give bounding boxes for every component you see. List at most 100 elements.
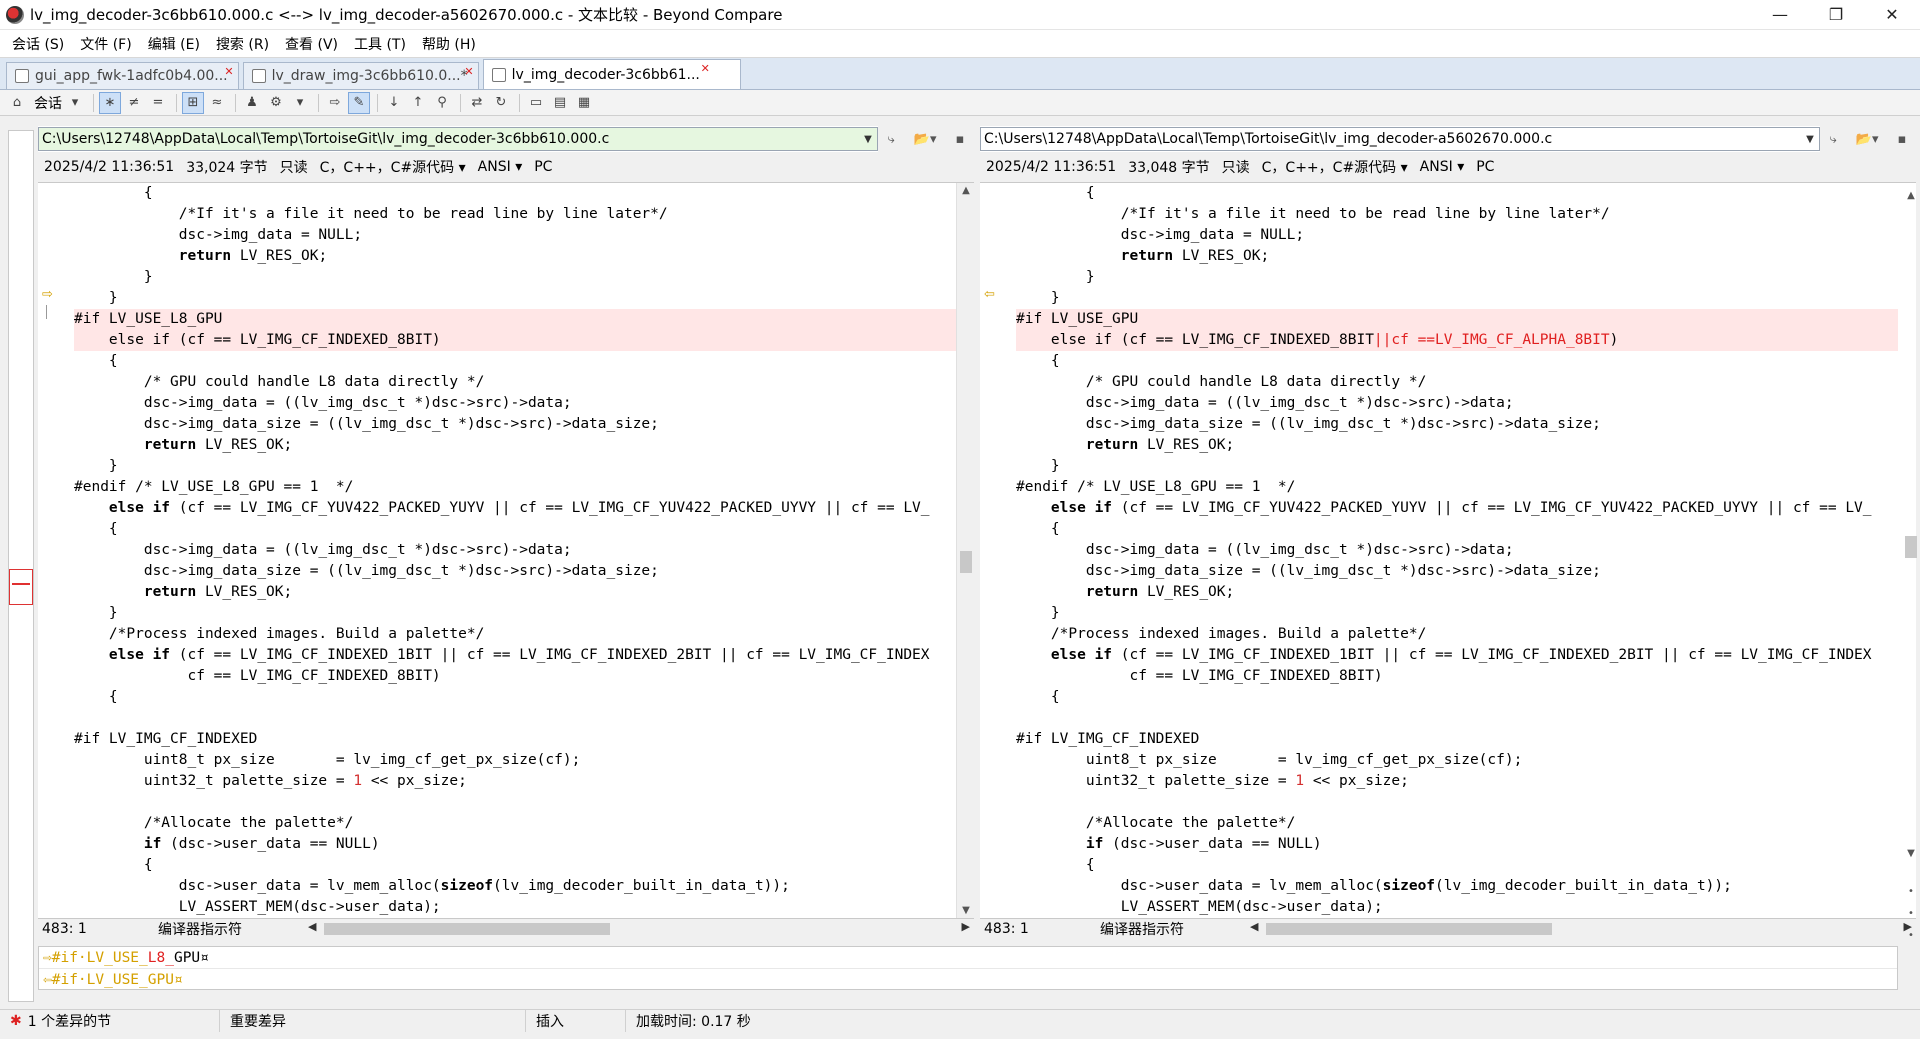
- minimize-button[interactable]: —: [1752, 0, 1808, 30]
- open-folder-icon[interactable]: 📂▾: [1856, 132, 1879, 147]
- dot-icon[interactable]: •: [1902, 930, 1920, 941]
- scroll-thumb[interactable]: [960, 551, 972, 573]
- left-file-pane: C:\Users\12748\AppData\Local\Temp\Tortoi…: [38, 126, 974, 938]
- chevron-down-icon[interactable]: ▼: [859, 134, 877, 145]
- home-icon[interactable]: ⌂: [6, 92, 28, 114]
- text-compare-icon: [491, 67, 506, 82]
- code-line: dsc->img_data = ((lv_img_dsc_t *)dsc->sr…: [1016, 542, 1514, 558]
- right-vertical-scrollbar[interactable]: ▲ ▼ • • •: [1902, 126, 1920, 1006]
- diff-count-status: ✱ 1 个差异的节: [0, 1009, 220, 1032]
- menu-session[interactable]: 会话 (S): [4, 34, 72, 54]
- refresh-icon[interactable]: ↻: [490, 92, 512, 114]
- show-diffs-icon[interactable]: ≠: [123, 92, 145, 114]
- history-icon[interactable]: ⤷: [888, 132, 895, 147]
- scroll-right-arrow[interactable]: ▶: [962, 920, 970, 933]
- find-binoculars-icon[interactable]: ⚲: [431, 92, 453, 114]
- right-path-input[interactable]: C:\Users\12748\AppData\Local\Temp\Tortoi…: [980, 127, 1820, 151]
- diff-overview-map[interactable]: [8, 130, 34, 1002]
- scroll-down-arrow[interactable]: ▼: [957, 905, 974, 916]
- diff-bracket: [46, 305, 47, 319]
- code-line: else if (cf == LV_IMG_CF_INDEXED_1BIT ||…: [74, 647, 930, 663]
- next-diff-icon[interactable]: ↓: [383, 92, 405, 114]
- left-path-input[interactable]: C:\Users\12748\AppData\Local\Temp\Tortoi…: [38, 127, 878, 151]
- ignore-unimportant-icon[interactable]: ⊞: [182, 91, 204, 114]
- code-line: return LV_RES_OK;: [1016, 584, 1235, 600]
- report-icon[interactable]: ▦: [573, 92, 595, 114]
- code-line: /*Allocate the palette*/: [74, 815, 354, 831]
- code-line: /*If it's a file it need to be read line…: [74, 206, 668, 222]
- diff-line: #if LV_USE_L8_GPU: [74, 309, 956, 330]
- tab-close-icon[interactable]: ✕: [224, 65, 233, 78]
- right-encoding-dropdown[interactable]: ANSI ▾: [1420, 159, 1465, 175]
- page-icon[interactable]: ▭: [525, 92, 547, 114]
- tab-label: gui_app_fwk-1adfc0b4.00...: [35, 68, 228, 84]
- left-lineend-label[interactable]: PC: [534, 159, 552, 175]
- tab-label: lv_img_decoder-3c6bb61...: [511, 66, 700, 83]
- swap-icon[interactable]: ⇄: [466, 92, 488, 114]
- scroll-up-arrow[interactable]: ▲: [957, 185, 974, 196]
- show-all-icon[interactable]: ∗: [99, 91, 121, 114]
- code-line: LV_ASSERT_MEM(dsc->user_data);: [74, 899, 441, 915]
- code-line: dsc->img_data = ((lv_img_dsc_t *)dsc->sr…: [74, 395, 572, 411]
- copy-to-right-icon[interactable]: ⇨: [324, 92, 346, 114]
- chevron-down-icon[interactable]: ▾: [289, 92, 311, 114]
- menu-view[interactable]: 查看 (V): [277, 34, 346, 54]
- left-horizontal-scrollbar[interactable]: ◀ ▶: [304, 919, 974, 938]
- chevron-down-icon[interactable]: ▾: [64, 92, 86, 114]
- tab-close-icon[interactable]: ✕: [701, 62, 710, 75]
- tab-lv-img-decoder[interactable]: lv_img_decoder-3c6bb61... ✕: [482, 59, 741, 89]
- open-folder-icon[interactable]: 📂▾: [914, 132, 937, 147]
- tab-label: lv_draw_img-3c6bb610.0...*: [271, 68, 468, 84]
- copy-arrow-right-icon[interactable]: ⇨: [42, 288, 56, 302]
- menu-tools[interactable]: 工具 (T): [346, 34, 414, 54]
- right-code-view[interactable]: ⇦ { /*If it's a file it need to be read …: [980, 182, 1916, 918]
- similar-icon[interactable]: ≈: [206, 92, 228, 114]
- menu-help[interactable]: 帮助 (H): [414, 34, 484, 54]
- scroll-down-arrow[interactable]: ▼: [1902, 848, 1920, 859]
- detail-right-line: ⇦#if·LV_USE_GPU¤: [43, 972, 183, 988]
- scroll-thumb[interactable]: [324, 922, 610, 935]
- scroll-left-arrow[interactable]: ◀: [308, 920, 316, 933]
- scroll-thumb[interactable]: [1905, 536, 1917, 558]
- code-line: /*If it's a file it need to be read line…: [1016, 206, 1610, 222]
- prev-diff-icon[interactable]: ↑: [407, 92, 429, 114]
- title-bar: lv_img_decoder-3c6bb610.000.c <--> lv_im…: [0, 0, 1920, 30]
- scroll-up-arrow[interactable]: ▲: [1902, 190, 1920, 201]
- right-lineend-label[interactable]: PC: [1476, 159, 1494, 175]
- toolbar-separator: [377, 93, 378, 112]
- dot-icon[interactable]: •: [1902, 908, 1920, 919]
- right-format-dropdown[interactable]: C，C++，C#源代码 ▾: [1262, 157, 1408, 177]
- load-time-status: 加载时间: 0.17 秒: [636, 1013, 751, 1030]
- overview-viewport[interactable]: [9, 569, 33, 605]
- show-same-icon[interactable]: =: [147, 92, 169, 114]
- session-dropdown[interactable]: 会话: [34, 93, 62, 113]
- tab-gui-app-fwk[interactable]: gui_app_fwk-1adfc0b4.00... ✕: [6, 62, 239, 89]
- split-view-icon[interactable]: ▤: [549, 92, 571, 114]
- history-icon[interactable]: ⤷: [1830, 132, 1837, 147]
- right-line-kind: 编译器指示符: [1100, 921, 1184, 938]
- chevron-down-icon[interactable]: ▼: [1801, 134, 1819, 145]
- code-line: }: [74, 290, 118, 306]
- format-icon[interactable]: ⚙: [265, 92, 287, 114]
- close-button[interactable]: ✕: [1864, 0, 1920, 30]
- tab-close-icon[interactable]: ✕: [464, 65, 473, 78]
- rules-icon[interactable]: ♟: [241, 92, 263, 114]
- toolbar: ⌂ 会话 ▾ ∗ ≠ = ⊞ ≈ ♟ ⚙ ▾ ⇨ ✎ ↓ ↑ ⚲ ⇄ ↻ ▭ ▤…: [0, 90, 1920, 116]
- save-icon[interactable]: ▪: [956, 132, 965, 147]
- left-vertical-scrollbar[interactable]: ▲ ▼: [956, 183, 974, 918]
- left-code-view[interactable]: ⇨ { /*If it's a file it need to be read …: [38, 182, 974, 918]
- scroll-left-arrow[interactable]: ◀: [1250, 920, 1258, 933]
- scroll-thumb[interactable]: [1266, 922, 1552, 935]
- menu-file[interactable]: 文件 (F): [72, 34, 139, 54]
- menu-edit[interactable]: 编辑 (E): [140, 34, 208, 54]
- copy-arrow-left-icon[interactable]: ⇦: [984, 288, 998, 302]
- tab-lv-draw-img[interactable]: lv_draw_img-3c6bb610.0...* ✕: [242, 62, 479, 89]
- right-horizontal-scrollbar[interactable]: ◀ ▶: [1246, 919, 1916, 938]
- importance-status: 重要差异: [220, 1009, 526, 1032]
- maximize-button[interactable]: ❐: [1808, 0, 1864, 30]
- left-format-dropdown[interactable]: C，C++，C#源代码 ▾: [320, 157, 466, 177]
- left-encoding-dropdown[interactable]: ANSI ▾: [478, 159, 523, 175]
- dot-icon[interactable]: •: [1902, 886, 1920, 897]
- menu-search[interactable]: 搜索 (R): [208, 34, 277, 54]
- edit-pencil-icon[interactable]: ✎: [348, 91, 370, 114]
